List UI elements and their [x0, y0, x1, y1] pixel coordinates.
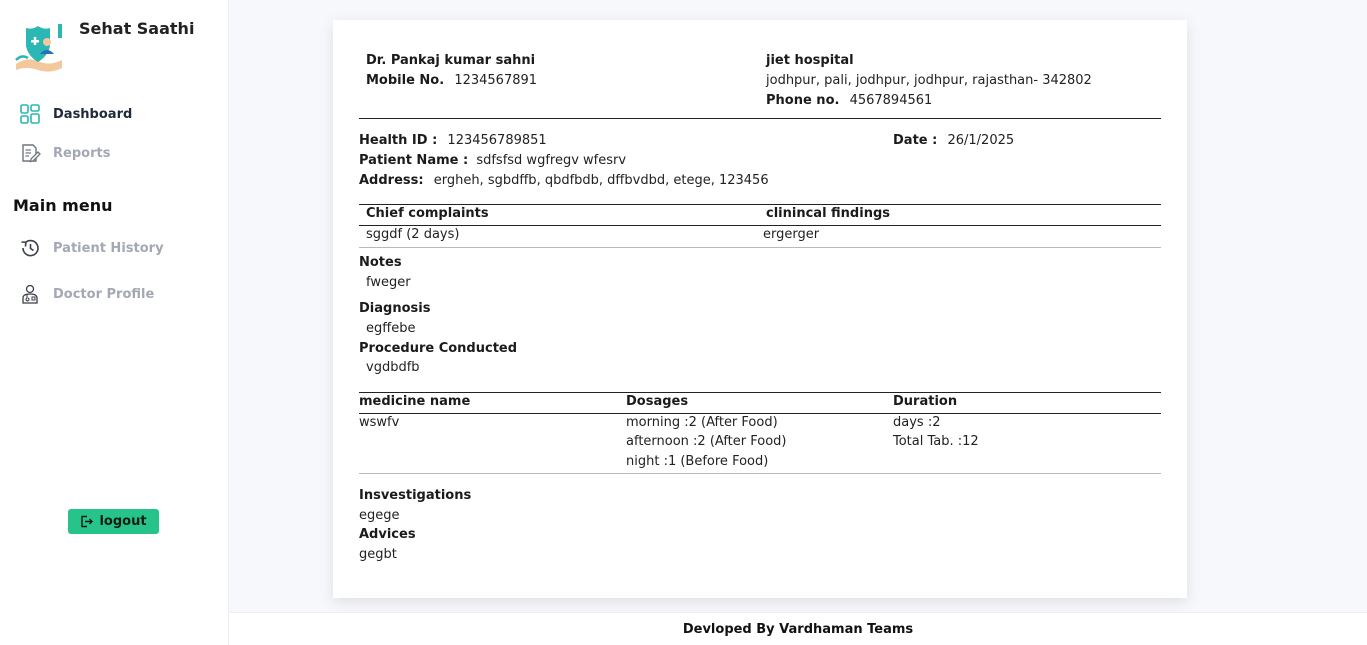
patient-name-row: Patient Name : sdfsfsd wgfregv wfesrv: [359, 153, 626, 168]
duration-days: days :2: [893, 415, 941, 430]
investigations-label: Insvestigations: [359, 488, 472, 503]
dosage-afternoon: afternoon :2 (After Food): [626, 434, 787, 449]
hospital-address: jodhpur, pali, jodhpur, jodhpur, rajasth…: [766, 73, 1092, 88]
hospital-name: jiet hospital: [766, 53, 854, 68]
clinical-findings-value: ergerger: [763, 227, 820, 242]
mobile-value: 1234567891: [454, 73, 538, 88]
chief-complaints-value: sggdf (2 days): [366, 227, 460, 242]
patient-address-label: Address:: [359, 173, 424, 188]
dosage-night: night :1 (Before Food): [626, 454, 769, 469]
duration-header: Duration: [893, 394, 958, 409]
patient-address-value: ergheh, sgbdffb, qbdfbdb, dffbvdbd, eteg…: [433, 173, 769, 188]
history-icon: [21, 239, 39, 257]
main-menu-heading: Main menu: [13, 196, 113, 215]
duration-total-tabs: Total Tab. :12: [893, 434, 979, 449]
patient-name-label: Patient Name :: [359, 153, 469, 168]
phone-label: Phone no.: [766, 93, 840, 108]
patient-name-value: sdfsfsd wgfregv wfesrv: [476, 153, 627, 168]
procedure-label: Procedure Conducted: [359, 341, 518, 356]
health-id-label: Health ID :: [359, 133, 438, 148]
app-name: Sehat Saathi: [79, 19, 195, 38]
nav-patient-history-label: Patient History: [53, 240, 164, 256]
logout-icon: [81, 515, 94, 528]
footer: Devloped By Vardhaman Teams: [229, 612, 1367, 645]
complaints-top-border: [359, 204, 1161, 205]
dosage-morning: morning :2 (After Food): [626, 415, 778, 430]
header-divider: [359, 118, 1161, 119]
nav-reports-label: Reports: [53, 145, 111, 161]
investigations-value: egege: [359, 508, 400, 523]
hospital-phone: Phone no. 4567894561: [766, 93, 932, 108]
dosages-header: Dosages: [626, 394, 689, 409]
medicine-name-header: medicine name: [359, 394, 471, 409]
brand[interactable]: Sehat Saathi: [14, 18, 224, 74]
health-id-value: 123456789851: [447, 133, 547, 148]
advices-value: gegbt: [359, 547, 397, 562]
logout-label: logout: [99, 514, 147, 529]
doctor-icon: [22, 284, 38, 304]
nav-reports[interactable]: Reports: [19, 141, 110, 165]
nav-doctor-profile[interactable]: Doctor Profile: [19, 282, 154, 306]
report-edit-icon: [22, 144, 41, 163]
complaints-header-border: [359, 225, 1161, 226]
clinical-findings-header: clinincal findings: [766, 206, 890, 221]
procedure-value: vgdbdfb: [366, 360, 420, 375]
dashboard-icon: [20, 104, 40, 124]
sidebar: Sehat Saathi Dashboard Reports Main menu…: [0, 0, 229, 645]
health-id-row: Health ID : 123456789851: [359, 133, 547, 148]
prescription-card: Dr. Pankaj kumar sahni Mobile No. 123456…: [333, 20, 1187, 598]
medicine-header-border: [359, 413, 1161, 414]
nav-dashboard[interactable]: Dashboard: [19, 102, 132, 126]
notes-label: Notes: [359, 255, 402, 270]
date-value: 26/1/2025: [947, 133, 1015, 148]
diagnosis-label: Diagnosis: [359, 301, 431, 316]
nav-doctor-profile-label: Doctor Profile: [53, 286, 155, 302]
date-label: Date :: [893, 133, 938, 148]
date-row: Date : 26/1/2025: [893, 133, 1014, 148]
medicine-top-border: [359, 392, 1161, 393]
notes-value: fweger: [366, 275, 411, 290]
phone-value: 4567894561: [849, 93, 933, 108]
medicine-name-value: wswfv: [359, 415, 400, 430]
health-shield-logo-icon: [15, 24, 62, 72]
medicine-bottom-border: [359, 473, 1161, 474]
mobile-label: Mobile No.: [366, 73, 445, 88]
advices-label: Advices: [359, 527, 416, 542]
doctor-name: Dr. Pankaj kumar sahni: [366, 53, 536, 68]
patient-address-row: Address: ergheh, sgbdffb, qbdfbdb, dffbv…: [359, 173, 769, 188]
chief-complaints-header: Chief complaints: [366, 206, 489, 221]
nav-dashboard-label: Dashboard: [53, 106, 133, 122]
footer-credit: Devloped By Vardhaman Teams: [682, 621, 914, 637]
logout-button[interactable]: logout: [68, 509, 159, 534]
nav-patient-history[interactable]: Patient History: [19, 236, 164, 260]
doctor-mobile: Mobile No. 1234567891: [366, 73, 537, 88]
diagnosis-value: egffebe: [366, 321, 416, 336]
complaints-bottom-border: [359, 247, 1161, 248]
